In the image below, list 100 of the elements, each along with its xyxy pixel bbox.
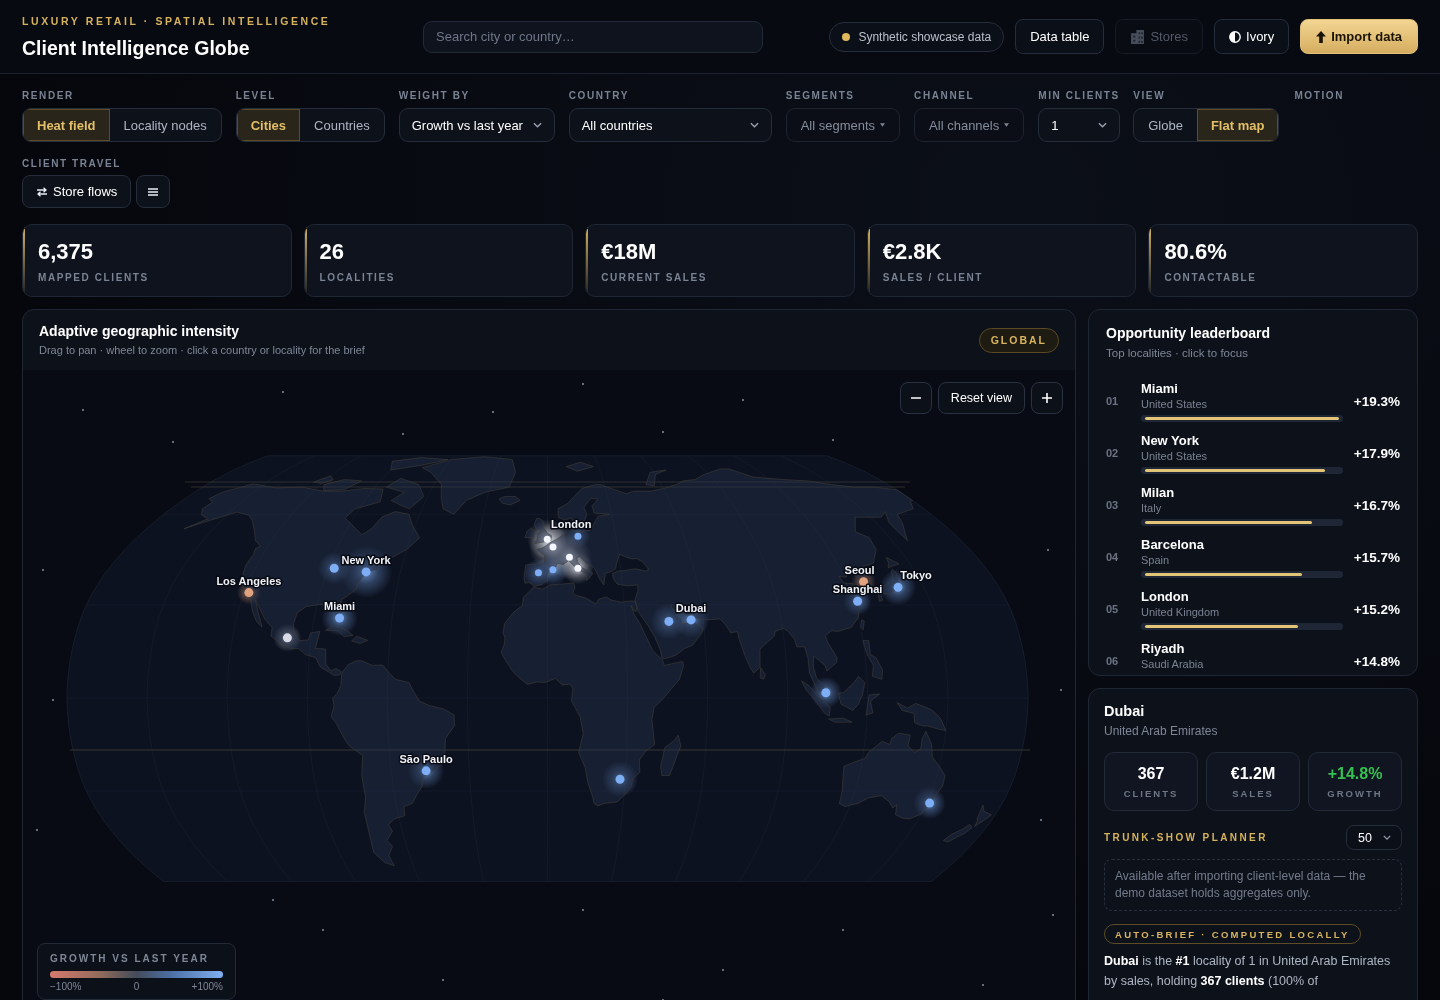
multi-select-dropdown[interactable]: All segments [785, 108, 901, 142]
theme-button[interactable]: Ivory [1214, 19, 1290, 54]
minus-icon [910, 397, 921, 399]
group-size-dropdown[interactable]: 50 [1346, 825, 1402, 850]
stat-value: €1.2M [1230, 763, 1276, 783]
star-dot-icon [491, 410, 495, 414]
toggle-option[interactable]: Flat map [1196, 109, 1279, 141]
swap-arrows-icon [36, 186, 48, 197]
heat-spot[interactable] [821, 688, 831, 698]
city-label[interactable]: Shanghai [832, 583, 883, 596]
city-label[interactable]: Tokyo [900, 569, 932, 582]
locality-name[interactable]: New York [1141, 432, 1200, 449]
store-flows-button[interactable]: Store flows [22, 175, 132, 208]
kpi-value: 26 [319, 239, 345, 265]
city-label[interactable]: São Paulo [399, 752, 453, 765]
heat-spot[interactable] [615, 774, 625, 784]
import-button[interactable]: Import data [1300, 19, 1418, 54]
heat-spot[interactable] [244, 588, 254, 598]
menu-button[interactable] [136, 175, 171, 208]
locality-name[interactable]: Miami [1141, 380, 1178, 397]
data-table-button[interactable]: Data table [1015, 19, 1105, 54]
kpi-value: 80.6% [1164, 239, 1227, 265]
star-dot-icon [41, 568, 45, 572]
locality-title: Dubai [1104, 702, 1145, 720]
panel-subtitle: Drag to pan · wheel to zoom · click a country or locality for the brief [39, 343, 365, 357]
kpi-label: LOCALITIES [319, 272, 396, 284]
app-eyebrow: LUXURY RETAIL · SPATIAL INTELLIGENCE [22, 14, 331, 28]
panel-title: Opportunity leaderboard [1106, 325, 1271, 342]
toggle-option[interactable]: Locality nodes [109, 109, 221, 141]
city-label[interactable]: London [551, 518, 592, 531]
city-label[interactable]: Seoul [844, 563, 875, 576]
stat-label: SALES [1232, 787, 1274, 800]
search-field[interactable]: Search city or country… [423, 20, 763, 53]
brief-text: Dubai is the #1 locality of 1 in United Arab Emirates by sales, holding 367 clients (100% of [1104, 953, 1392, 990]
toggle-option[interactable]: Cities [236, 109, 301, 141]
legend-title: GROWTH VS LAST YEAR [50, 953, 210, 965]
star-dot-icon [1046, 548, 1050, 552]
toggle-option[interactable]: Heat field [23, 109, 110, 141]
heat-spot[interactable] [329, 563, 339, 573]
locality-name[interactable]: Barcelona [1141, 536, 1204, 553]
planner-label: TRUNK-SHOW PLANNER [1104, 832, 1268, 843]
star-dot-icon [281, 390, 285, 394]
growth-value: +17.9% [1353, 445, 1400, 461]
heat-spot[interactable] [282, 633, 292, 643]
star-dot-icon [741, 398, 745, 402]
star-dot-icon [1051, 913, 1055, 917]
dropdown[interactable]: 1 [1038, 108, 1121, 142]
locality-name[interactable]: London [1141, 588, 1189, 605]
control-label: MOTION [1294, 89, 1344, 102]
chevron-down-icon [749, 122, 759, 128]
control-label: CLIENT TRAVEL [22, 157, 121, 170]
scope-badge: GLOBAL [978, 327, 1059, 353]
legend-tick: 0 [133, 981, 140, 993]
legend-tick: +100% [191, 981, 223, 993]
kpi-value: €2.8K [882, 239, 942, 265]
control-label: CHANNEL [914, 89, 975, 102]
ireland[interactable] [524, 527, 535, 538]
kpi-label: SALES / CLIENT [882, 272, 983, 284]
growth-value: +16.7% [1353, 497, 1400, 513]
heat-spot[interactable] [574, 532, 582, 540]
toggle-option[interactable]: Countries [300, 109, 384, 141]
country-name: Saudi Arabia [1141, 656, 1204, 671]
heat-spot[interactable] [893, 582, 903, 592]
dropdown[interactable]: All countries [568, 108, 772, 142]
kpi-value: 6,375 [38, 239, 94, 265]
heat-spot[interactable] [664, 616, 674, 626]
plus-icon [1042, 393, 1052, 403]
country-name: United States [1141, 448, 1208, 463]
menu-icon [148, 187, 159, 196]
locality-name[interactable]: Milan [1141, 484, 1175, 501]
toggle-option[interactable]: Globe [1134, 109, 1197, 141]
heat-spot[interactable] [925, 798, 935, 808]
stat-label: GROWTH [1327, 787, 1383, 800]
kpi-label: CONTACTABLE [1164, 272, 1257, 284]
island[interactable] [801, 680, 831, 717]
north-america[interactable] [183, 483, 420, 676]
star-dot-icon [841, 928, 845, 932]
kpi-value: €18M [601, 239, 657, 265]
city-label[interactable]: Los Angeles [216, 574, 282, 587]
rank-number: 05 [1106, 603, 1119, 615]
star-dot-icon [321, 928, 325, 932]
reset-view-button[interactable]: Reset view [937, 382, 1025, 414]
locality-name[interactable]: Riyadh [1141, 640, 1185, 657]
zoom-in-button[interactable] [1031, 382, 1063, 414]
building-icon [1130, 29, 1146, 44]
star-dot-icon [441, 978, 445, 982]
app-title: Client Intelligence Globe [22, 36, 250, 59]
dropdown[interactable]: Growth vs last year [398, 108, 555, 142]
heat-spot[interactable] [421, 766, 431, 776]
arrow-up-icon [1316, 30, 1327, 43]
star-dot-icon [831, 438, 835, 442]
star-dot-icon [661, 430, 665, 434]
star-dot-icon [1059, 688, 1063, 692]
heat-spot[interactable] [686, 615, 696, 625]
multi-select-dropdown[interactable]: All channels [914, 108, 1025, 142]
control-label: MIN CLIENTS [1038, 89, 1120, 102]
star-dot-icon [81, 408, 85, 412]
rank-number: 02 [1106, 447, 1119, 459]
rank-number: 01 [1106, 395, 1119, 407]
contrast-icon [1229, 30, 1242, 43]
